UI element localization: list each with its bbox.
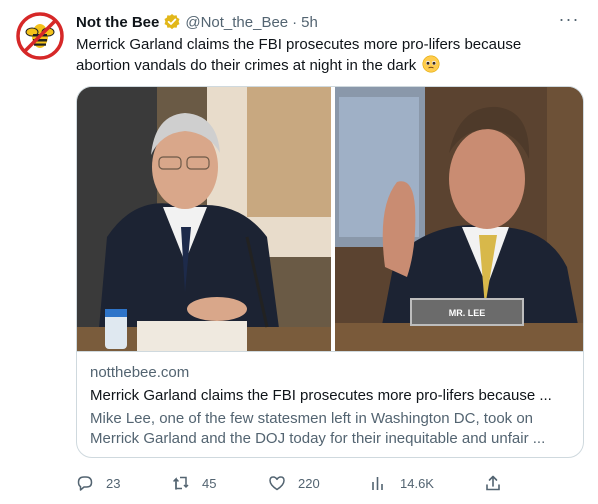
pleading-face-emoji	[422, 55, 440, 73]
card-image[interactable]: MR. LEE	[77, 87, 583, 351]
nameplate-text: MR. LEE	[449, 308, 486, 318]
avatar[interactable]	[16, 12, 64, 60]
tweet-text: Merrick Garland claims the FBI prosecute…	[76, 35, 576, 76]
verified-badge-icon	[163, 13, 181, 31]
more-icon[interactable]: ···	[558, 10, 580, 32]
tweet-text-body: Merrick Garland claims the FBI prosecute…	[76, 36, 522, 74]
author-handle[interactable]: @Not_the_Bee	[185, 14, 288, 31]
reply-count: 23	[106, 475, 121, 491]
views-button[interactable]: 14.6K	[370, 472, 434, 494]
reply-icon	[77, 476, 93, 491]
card-title[interactable]: Merrick Garland claims the FBI prosecute…	[90, 387, 570, 404]
author-name[interactable]: Not the Bee	[76, 14, 159, 31]
tweet-header: Not the Bee @Not_the_Bee · 5h	[76, 12, 318, 32]
reply-button[interactable]: 23	[76, 472, 120, 494]
share-icon	[486, 475, 500, 491]
card-description: Mike Lee, one of the few statesmen left …	[90, 410, 546, 447]
retweet-icon	[173, 476, 189, 490]
retweet-count: 45	[202, 475, 217, 491]
card-meta[interactable]: notthebee.com Merrick Garland claims the…	[77, 351, 583, 457]
share-button[interactable]	[484, 472, 514, 494]
card-domain: notthebee.com	[90, 364, 190, 381]
action-bar: 23 45 220 14.6K	[76, 472, 582, 494]
view-count: 14.6K	[400, 475, 434, 491]
timestamp[interactable]: 5h	[301, 14, 318, 31]
like-button[interactable]: 220	[268, 472, 320, 494]
views-icon	[372, 477, 383, 490]
separator: ·	[292, 13, 298, 31]
like-icon	[269, 476, 285, 491]
retweet-button[interactable]: 45	[172, 472, 216, 494]
link-card[interactable]: MR. LEE notthebee.com Merrick Garland cl…	[76, 86, 584, 458]
tweet[interactable]: Not the Bee @Not_the_Bee · 5h ··· Merric…	[0, 0, 598, 504]
like-count: 220	[298, 475, 320, 491]
